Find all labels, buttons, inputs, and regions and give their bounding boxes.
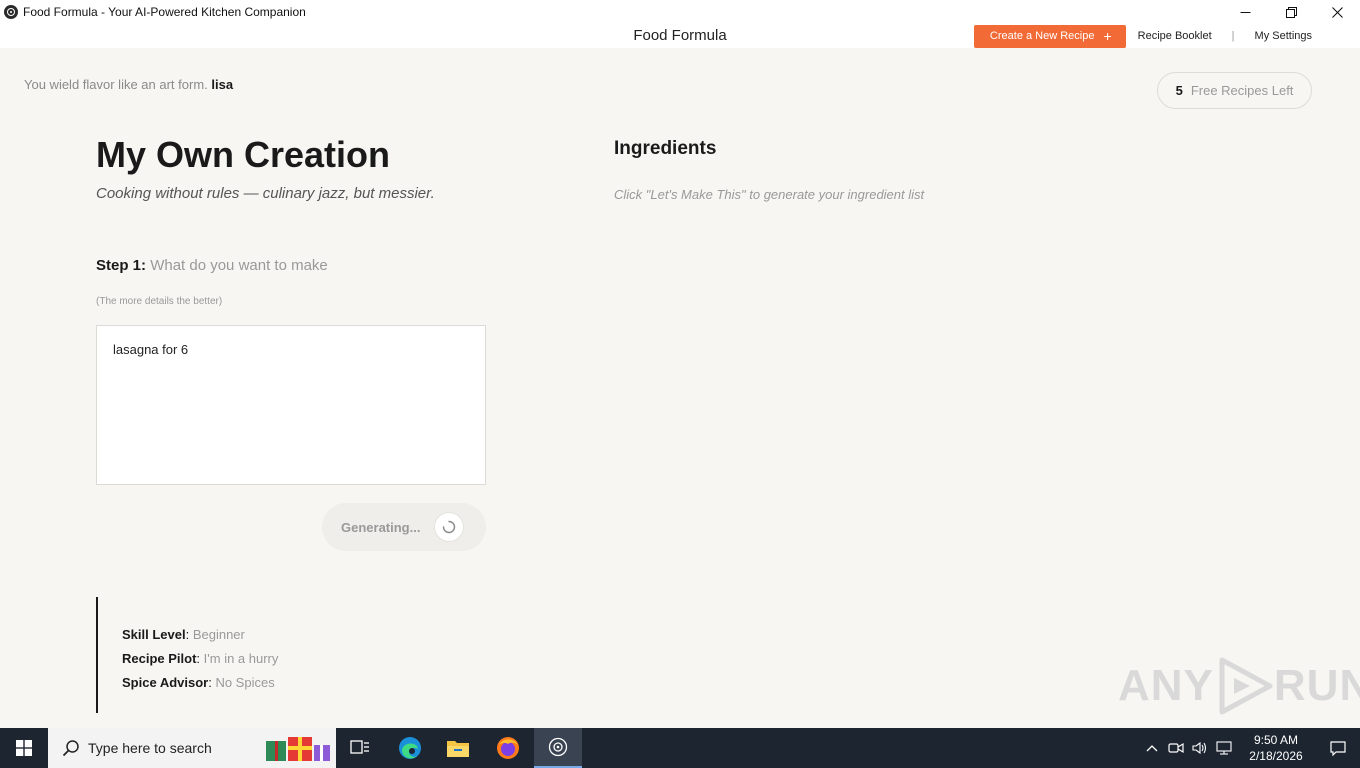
free-recipes-label: Free Recipes Left xyxy=(1190,83,1294,98)
generating-label: Generating... xyxy=(341,519,421,535)
step-1-label: Step 1: What do you want to make xyxy=(96,257,328,274)
spice-advisor-row: Spice Advisor: No Spices xyxy=(122,675,275,690)
step-prompt: What do you want to make xyxy=(150,257,328,274)
recipe-request-input[interactable]: lasagna for 6 xyxy=(96,325,486,485)
play-logo-icon xyxy=(1219,657,1273,715)
preferences-summary: Skill Level: Beginner Recipe Pilot: I'm … xyxy=(96,597,396,713)
food-formula-taskbar-icon[interactable] xyxy=(534,728,582,768)
ingredients-title: Ingredients xyxy=(614,138,717,159)
page-title: My Own Creation xyxy=(96,134,391,175)
volume-icon[interactable] xyxy=(1188,728,1212,768)
chevron-up-icon[interactable] xyxy=(1140,728,1164,768)
skill-level-key: Skill Level xyxy=(122,627,186,642)
gift-boxes-icon xyxy=(266,737,330,761)
recipe-booklet-link[interactable]: Recipe Booklet xyxy=(1138,30,1212,42)
recipe-pilot-value: I'm in a hurry xyxy=(203,651,279,666)
meet-now-icon[interactable] xyxy=(1164,728,1188,768)
free-recipes-count: 5 xyxy=(1175,83,1183,98)
create-recipe-button[interactable]: Create a New Recipe + xyxy=(973,24,1126,48)
taskbar-search[interactable]: Type here to search xyxy=(48,728,336,768)
close-icon[interactable] xyxy=(1314,0,1360,24)
network-icon[interactable] xyxy=(1212,728,1236,768)
watermark-left: ANY xyxy=(1118,661,1214,710)
step-number: Step 1: xyxy=(96,257,147,274)
nav-separator: | xyxy=(1231,30,1235,42)
window-controls xyxy=(1222,0,1360,24)
search-icon xyxy=(62,740,79,757)
recipe-pilot-row: Recipe Pilot: I'm in a hurry xyxy=(122,651,279,666)
generating-button[interactable]: Generating... xyxy=(322,503,486,551)
skill-level-row: Skill Level: Beginner xyxy=(122,627,245,642)
app-logo-icon xyxy=(4,5,18,19)
recipe-pilot-key: Recipe Pilot xyxy=(122,651,197,666)
task-view-icon[interactable] xyxy=(336,728,384,768)
firefox-icon[interactable] xyxy=(484,728,532,768)
restore-icon[interactable] xyxy=(1268,0,1314,24)
taskbar: Type here to search 9:50 AM 2/18/2026 xyxy=(0,728,1360,768)
search-placeholder: Type here to search xyxy=(88,740,212,756)
window-titlebar: Food Formula - Your AI-Powered Kitchen C… xyxy=(0,0,1360,24)
edge-browser-icon[interactable] xyxy=(386,728,434,768)
watermark-right: RUN xyxy=(1273,661,1360,710)
plus-icon: + xyxy=(1103,28,1112,44)
spice-advisor-value: No Spices xyxy=(215,675,275,690)
skill-level-value: Beginner xyxy=(192,627,245,642)
minimize-icon[interactable] xyxy=(1222,0,1268,24)
windows-start-icon[interactable] xyxy=(0,728,48,768)
top-nav: Create a New Recipe + Recipe Booklet | M… xyxy=(973,24,1312,48)
step-hint: (The more details the better) xyxy=(96,296,223,307)
notification-icon[interactable] xyxy=(1316,728,1360,768)
system-tray: 9:50 AM 2/18/2026 xyxy=(1140,728,1360,768)
clock-time: 9:50 AM xyxy=(1253,733,1299,747)
create-recipe-label: Create a New Recipe xyxy=(989,30,1095,42)
anyrun-watermark: ANY RUN xyxy=(1118,656,1360,716)
greeting-text: You wield flavor like an art form. xyxy=(24,77,208,92)
taskbar-clock[interactable]: 9:50 AM 2/18/2026 xyxy=(1236,732,1316,764)
my-settings-link[interactable]: My Settings xyxy=(1255,30,1312,42)
spinner-icon xyxy=(434,512,464,542)
window-title: Food Formula - Your AI-Powered Kitchen C… xyxy=(23,5,306,19)
spice-advisor-key: Spice Advisor xyxy=(122,675,209,690)
greeting: You wield flavor like an art form. lisa xyxy=(24,77,233,92)
page-subtitle: Cooking without rules — culinary jazz, b… xyxy=(96,185,435,202)
ingredients-hint: Click "Let's Make This" to generate your… xyxy=(614,187,925,202)
free-recipes-badge[interactable]: 5 Free Recipes Left xyxy=(1157,72,1312,109)
app-header: Food Formula Create a New Recipe + Recip… xyxy=(0,24,1360,48)
file-explorer-icon[interactable] xyxy=(434,728,482,768)
clock-date: 2/18/2026 xyxy=(1249,749,1303,763)
greeting-username: lisa xyxy=(211,77,234,92)
